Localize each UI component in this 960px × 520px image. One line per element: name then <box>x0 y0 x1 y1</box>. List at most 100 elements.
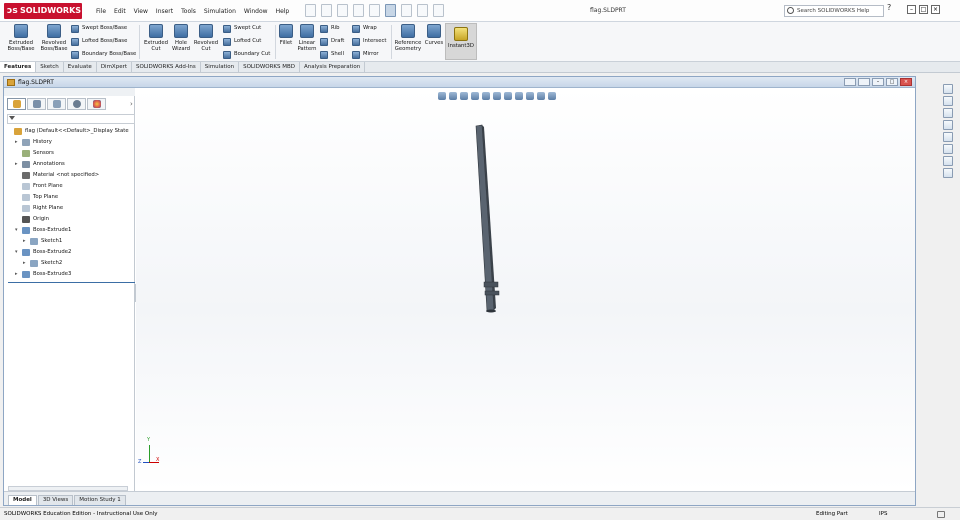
swept-boss-button[interactable]: Swept Boss/Base <box>71 23 127 34</box>
tree-item[interactable]: ▸ History <box>4 137 135 148</box>
tree-item[interactable]: ▾ Boss-Extrude1 <box>4 225 135 236</box>
menu-simulation[interactable]: Simulation <box>200 8 240 15</box>
tree-item[interactable]: Material <not specified> <box>4 170 135 181</box>
tree-item[interactable]: ▸ Boss-Extrude3 <box>4 269 135 280</box>
tree-item[interactable]: ▾ Boss-Extrude2 <box>4 247 135 258</box>
revolved-cut-button[interactable]: Revolved Cut <box>193 24 219 52</box>
appearances-icon[interactable] <box>943 144 953 154</box>
hide-show-items-icon[interactable] <box>515 92 523 100</box>
zoom-to-area-icon[interactable] <box>449 92 457 100</box>
tab-dimxpert[interactable]: DimXpert <box>97 62 132 72</box>
draft-button[interactable]: Draft <box>320 36 344 47</box>
tree-item[interactable]: ▸ Sketch2 <box>4 258 135 269</box>
dynamic-annotation-icon[interactable] <box>482 92 490 100</box>
extruded-boss-button[interactable]: Extruded Boss/Base <box>5 24 37 52</box>
tree-item[interactable]: flag (Default<<Default>_Display State <box>4 126 135 137</box>
tab-motion-study[interactable]: Motion Study 1 <box>74 495 126 505</box>
previous-view-icon[interactable] <box>460 92 468 100</box>
menu-tools[interactable]: Tools <box>177 8 200 15</box>
linear-pattern-button[interactable]: Linear Pattern <box>296 24 318 52</box>
view-orientation-icon[interactable] <box>493 92 501 100</box>
tab-feature-manager[interactable] <box>7 98 26 110</box>
print-icon[interactable] <box>353 4 364 17</box>
search-input[interactable]: Search SOLIDWORKS Help <box>784 5 884 17</box>
view-settings-icon[interactable] <box>548 92 556 100</box>
rebuild-icon[interactable] <box>401 4 412 17</box>
hole-wizard-button[interactable]: Hole Wizard <box>170 24 192 52</box>
rib-button[interactable]: Rib <box>320 23 340 34</box>
menu-edit[interactable]: Edit <box>110 8 130 15</box>
view-palette-icon[interactable] <box>943 132 953 142</box>
doc-cascade-button[interactable] <box>858 78 870 86</box>
solidworks-logo[interactable]: ↄs SOLIDWORKS <box>4 3 82 19</box>
tree-expander-icon[interactable]: ▾ <box>15 247 18 258</box>
tab-dimxpert-manager[interactable] <box>67 98 86 110</box>
intersect-button[interactable]: Intersect <box>352 36 386 47</box>
file-explorer-icon[interactable] <box>943 120 953 130</box>
tree-item[interactable]: ▸ Annotations <box>4 159 135 170</box>
options-gear-icon[interactable] <box>433 4 444 17</box>
boundary-boss-button[interactable]: Boundary Boss/Base <box>71 49 136 60</box>
help-button[interactable]: ? <box>887 3 891 12</box>
tree-expander-icon[interactable]: ▸ <box>23 236 26 247</box>
boundary-cut-button[interactable]: Boundary Cut <box>223 49 270 60</box>
apply-scene-icon[interactable] <box>537 92 545 100</box>
tree-filter-input[interactable] <box>7 114 135 124</box>
tree-expander-icon[interactable]: ▾ <box>15 225 18 236</box>
tab-analysis-preparation[interactable]: Analysis Preparation <box>300 62 366 72</box>
tab-model[interactable]: Model <box>8 495 37 505</box>
tab-addins[interactable]: SOLIDWORKS Add-Ins <box>132 62 201 72</box>
tab-evaluate[interactable]: Evaluate <box>64 62 97 72</box>
rollback-bar[interactable] <box>8 282 135 283</box>
tree-item[interactable]: Origin <box>4 214 135 225</box>
doc-minimize-button[interactable]: – <box>872 78 884 86</box>
tab-display-manager[interactable] <box>87 98 106 110</box>
custom-properties-icon[interactable] <box>943 156 953 166</box>
graphics-area[interactable]: Y X Z <box>136 88 915 491</box>
instant3d-button[interactable]: Instant3D <box>445 23 477 60</box>
menu-insert[interactable]: Insert <box>152 8 177 15</box>
curves-button[interactable]: Curves <box>424 24 444 46</box>
lofted-boss-button[interactable]: Lofted Boss/Base <box>71 36 127 47</box>
tree-item[interactable]: Front Plane <box>4 181 135 192</box>
doc-tile-button[interactable] <box>844 78 856 86</box>
tree-item[interactable]: ▸ Sketch1 <box>4 236 135 247</box>
tab-sketch[interactable]: Sketch <box>36 62 64 72</box>
menu-window[interactable]: Window <box>240 8 272 15</box>
tree-expander-icon[interactable]: ▸ <box>23 258 26 269</box>
doc-restore-button[interactable]: □ <box>886 78 898 86</box>
close-button[interactable]: × <box>931 5 940 14</box>
file-properties-icon[interactable] <box>417 4 428 17</box>
new-document-icon[interactable] <box>305 4 316 17</box>
minimize-button[interactable]: – <box>907 5 916 14</box>
tab-simulation[interactable]: Simulation <box>201 62 240 72</box>
tree-expander-icon[interactable]: ▸ <box>15 159 18 170</box>
tab-mbd[interactable]: SOLIDWORKS MBD <box>239 62 301 72</box>
shell-button[interactable]: Shell <box>320 49 344 60</box>
menu-file[interactable]: File <box>92 8 110 15</box>
tree-expander-icon[interactable]: ▸ <box>15 137 18 148</box>
wrap-button[interactable]: Wrap <box>352 23 377 34</box>
select-pointer-icon[interactable] <box>385 4 396 17</box>
menu-help[interactable]: Help <box>272 8 294 15</box>
fillet-button[interactable]: Fillet <box>277 24 295 46</box>
restore-button[interactable]: □ <box>919 5 928 14</box>
menu-view[interactable]: View <box>130 8 152 15</box>
tab-property-manager[interactable] <box>27 98 46 110</box>
tab-features[interactable]: Features <box>0 62 37 72</box>
edit-appearance-icon[interactable] <box>526 92 534 100</box>
resources-icon[interactable] <box>943 96 953 106</box>
forum-icon[interactable] <box>943 168 953 178</box>
tree-item[interactable]: Top Plane <box>4 192 135 203</box>
mirror-button[interactable]: Mirror <box>352 49 379 60</box>
tree-item[interactable]: Right Plane <box>4 203 135 214</box>
open-icon[interactable] <box>321 4 332 17</box>
panel-grip[interactable] <box>4 88 135 96</box>
zoom-to-fit-icon[interactable] <box>438 92 446 100</box>
units-selector[interactable]: IPS <box>879 508 887 520</box>
home-icon[interactable] <box>943 84 953 94</box>
design-library-icon[interactable] <box>943 108 953 118</box>
save-icon[interactable] <box>337 4 348 17</box>
tree-item[interactable]: Sensors <box>4 148 135 159</box>
flag-pole-model[interactable] <box>456 118 506 318</box>
